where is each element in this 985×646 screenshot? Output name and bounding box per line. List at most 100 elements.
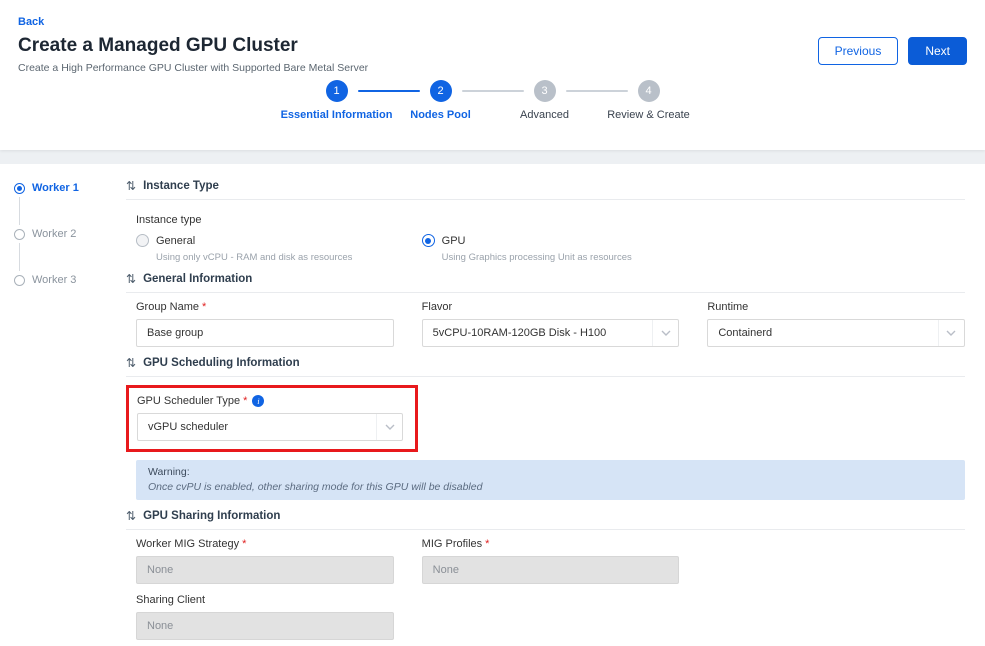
step-label: Nodes Pool (410, 109, 471, 121)
option-gpu[interactable]: GPU Using Graphics processing Unit as re… (422, 234, 680, 263)
section-body: Worker MIG Strategy * None MIG Profiles … (126, 530, 965, 646)
section-general-information: ⇅ General Information Group Name * Base … (126, 273, 965, 357)
field-sharing-client: Sharing Client None (136, 594, 394, 640)
option-hint: Using Graphics processing Unit as resour… (442, 252, 680, 263)
page-title: Create a Managed GPU Cluster (18, 35, 818, 57)
step-connector (462, 90, 524, 92)
scheduler-type-label: GPU Scheduler Type (137, 395, 240, 407)
title-block: Create a Managed GPU Cluster Create a Hi… (18, 35, 818, 74)
required-asterisk: * (243, 395, 247, 407)
chevron-down-icon (652, 320, 678, 346)
next-button[interactable]: Next (908, 37, 967, 65)
sidebar-item-worker-2[interactable]: Worker 2 (14, 228, 114, 240)
worker-label: Worker 3 (32, 274, 76, 286)
collapse-icon[interactable]: ⇅ (126, 180, 136, 192)
radio-selected-icon[interactable] (422, 234, 435, 247)
previous-button[interactable]: Previous (818, 37, 899, 65)
worker-connector (19, 197, 20, 225)
radio-selected-icon (14, 183, 25, 194)
sidebar-item-worker-3[interactable]: Worker 3 (14, 274, 114, 286)
flavor-select[interactable]: 5vCPU-10RAM-120GB Disk - H100 (422, 319, 680, 347)
step-circle: 1 (326, 80, 348, 102)
step-label: Advanced (520, 109, 569, 121)
flavor-value: 5vCPU-10RAM-120GB Disk - H100 (433, 327, 607, 339)
step-circle: 4 (638, 80, 660, 102)
section-body: GPU Scheduler Type * i vGPU scheduler Wa… (126, 377, 965, 510)
chevron-down-icon (376, 414, 402, 440)
field-mig-profiles: MIG Profiles * None (422, 538, 680, 584)
collapse-icon[interactable]: ⇅ (126, 357, 136, 369)
radio-unselected-icon (14, 229, 25, 240)
radio-unselected-icon[interactable] (136, 234, 149, 247)
section-gpu-scheduling: ⇅ GPU Scheduling Information GPU Schedul… (126, 357, 965, 510)
step-connector (566, 90, 628, 92)
instance-type-options: General Using only vCPU - RAM and disk a… (136, 234, 965, 263)
group-name-label: Group Name (136, 301, 199, 313)
workers-sidebar: Worker 1 Worker 2 Worker 3 (14, 180, 114, 646)
mig-profiles-label: MIG Profiles (422, 538, 483, 550)
warning-text: Once cvPU is enabled, other sharing mode… (148, 481, 953, 493)
step-nodes-pool[interactable]: 2 Nodes Pool (429, 80, 453, 102)
field-mig-strategy: Worker MIG Strategy * None (136, 538, 394, 584)
step-review-create[interactable]: 4 Review & Create (637, 80, 661, 102)
scheduler-type-select[interactable]: vGPU scheduler (137, 413, 403, 441)
sharing-client-input: None (136, 612, 394, 640)
step-label: Review & Create (607, 109, 690, 121)
info-icon[interactable]: i (252, 395, 264, 407)
sidebar-item-worker-1[interactable]: Worker 1 (14, 182, 114, 194)
mig-profiles-input: None (422, 556, 680, 584)
worker-label: Worker 2 (32, 228, 76, 240)
warning-banner: Warning: Once cvPU is enabled, other sha… (136, 460, 965, 500)
section-instance-type: ⇅ Instance Type Instance type General Us… (126, 180, 965, 273)
back-link[interactable]: Back (18, 16, 44, 28)
title-row: Create a Managed GPU Cluster Create a Hi… (18, 35, 967, 74)
worker-form: ⇅ Instance Type Instance type General Us… (114, 180, 965, 646)
section-title: GPU Sharing Information (143, 510, 280, 522)
group-name-value: Base group (147, 327, 203, 339)
section-title: General Information (143, 273, 252, 285)
group-name-input[interactable]: Base group (136, 319, 394, 347)
section-gpu-sharing: ⇅ GPU Sharing Information Worker MIG Str… (126, 510, 965, 646)
step-essential-information[interactable]: 1 Essential Information (325, 80, 349, 102)
step-label: Essential Information (281, 109, 393, 121)
section-header: ⇅ GPU Sharing Information (126, 510, 965, 530)
option-general[interactable]: General Using only vCPU - RAM and disk a… (136, 234, 394, 263)
radio-unselected-icon (14, 275, 25, 286)
field-runtime: Runtime Containerd (707, 301, 965, 347)
required-asterisk: * (485, 538, 489, 550)
mig-strategy-value: None (147, 564, 173, 576)
runtime-label: Runtime (707, 301, 748, 313)
section-header: ⇅ General Information (126, 273, 965, 293)
instance-type-label: Instance type (136, 214, 965, 226)
worker-label: Worker 1 (32, 182, 79, 194)
mig-profiles-value: None (433, 564, 459, 576)
field-flavor: Flavor 5vCPU-10RAM-120GB Disk - H100 (422, 301, 680, 347)
section-title: Instance Type (143, 180, 219, 192)
field-group-name: Group Name * Base group (136, 301, 394, 347)
step-circle: 2 (430, 80, 452, 102)
step-advanced[interactable]: 3 Advanced (533, 80, 557, 102)
required-asterisk: * (202, 301, 206, 313)
sharing-client-label: Sharing Client (136, 594, 205, 606)
flavor-label: Flavor (422, 301, 453, 313)
option-hint: Using only vCPU - RAM and disk as resour… (156, 252, 394, 263)
runtime-value: Containerd (718, 327, 772, 339)
wizard-nav-buttons: Previous Next (818, 35, 967, 65)
section-body: Group Name * Base group Flavor 5vCPU-10R… (126, 293, 965, 357)
step-connector (358, 90, 420, 92)
worker-connector (19, 243, 20, 271)
runtime-select[interactable]: Containerd (707, 319, 965, 347)
highlight-box: GPU Scheduler Type * i vGPU scheduler (126, 385, 418, 452)
section-header: ⇅ GPU Scheduling Information (126, 357, 965, 377)
collapse-icon[interactable]: ⇅ (126, 510, 136, 522)
mig-strategy-label: Worker MIG Strategy (136, 538, 239, 550)
wizard-header: Back Create a Managed GPU Cluster Create… (0, 0, 985, 150)
collapse-icon[interactable]: ⇅ (126, 273, 136, 285)
scheduler-type-value: vGPU scheduler (148, 421, 228, 433)
mig-strategy-input: None (136, 556, 394, 584)
section-header: ⇅ Instance Type (126, 180, 965, 200)
option-label: GPU (442, 235, 466, 247)
required-asterisk: * (242, 538, 246, 550)
warning-title: Warning: (148, 466, 953, 478)
chevron-down-icon (938, 320, 964, 346)
